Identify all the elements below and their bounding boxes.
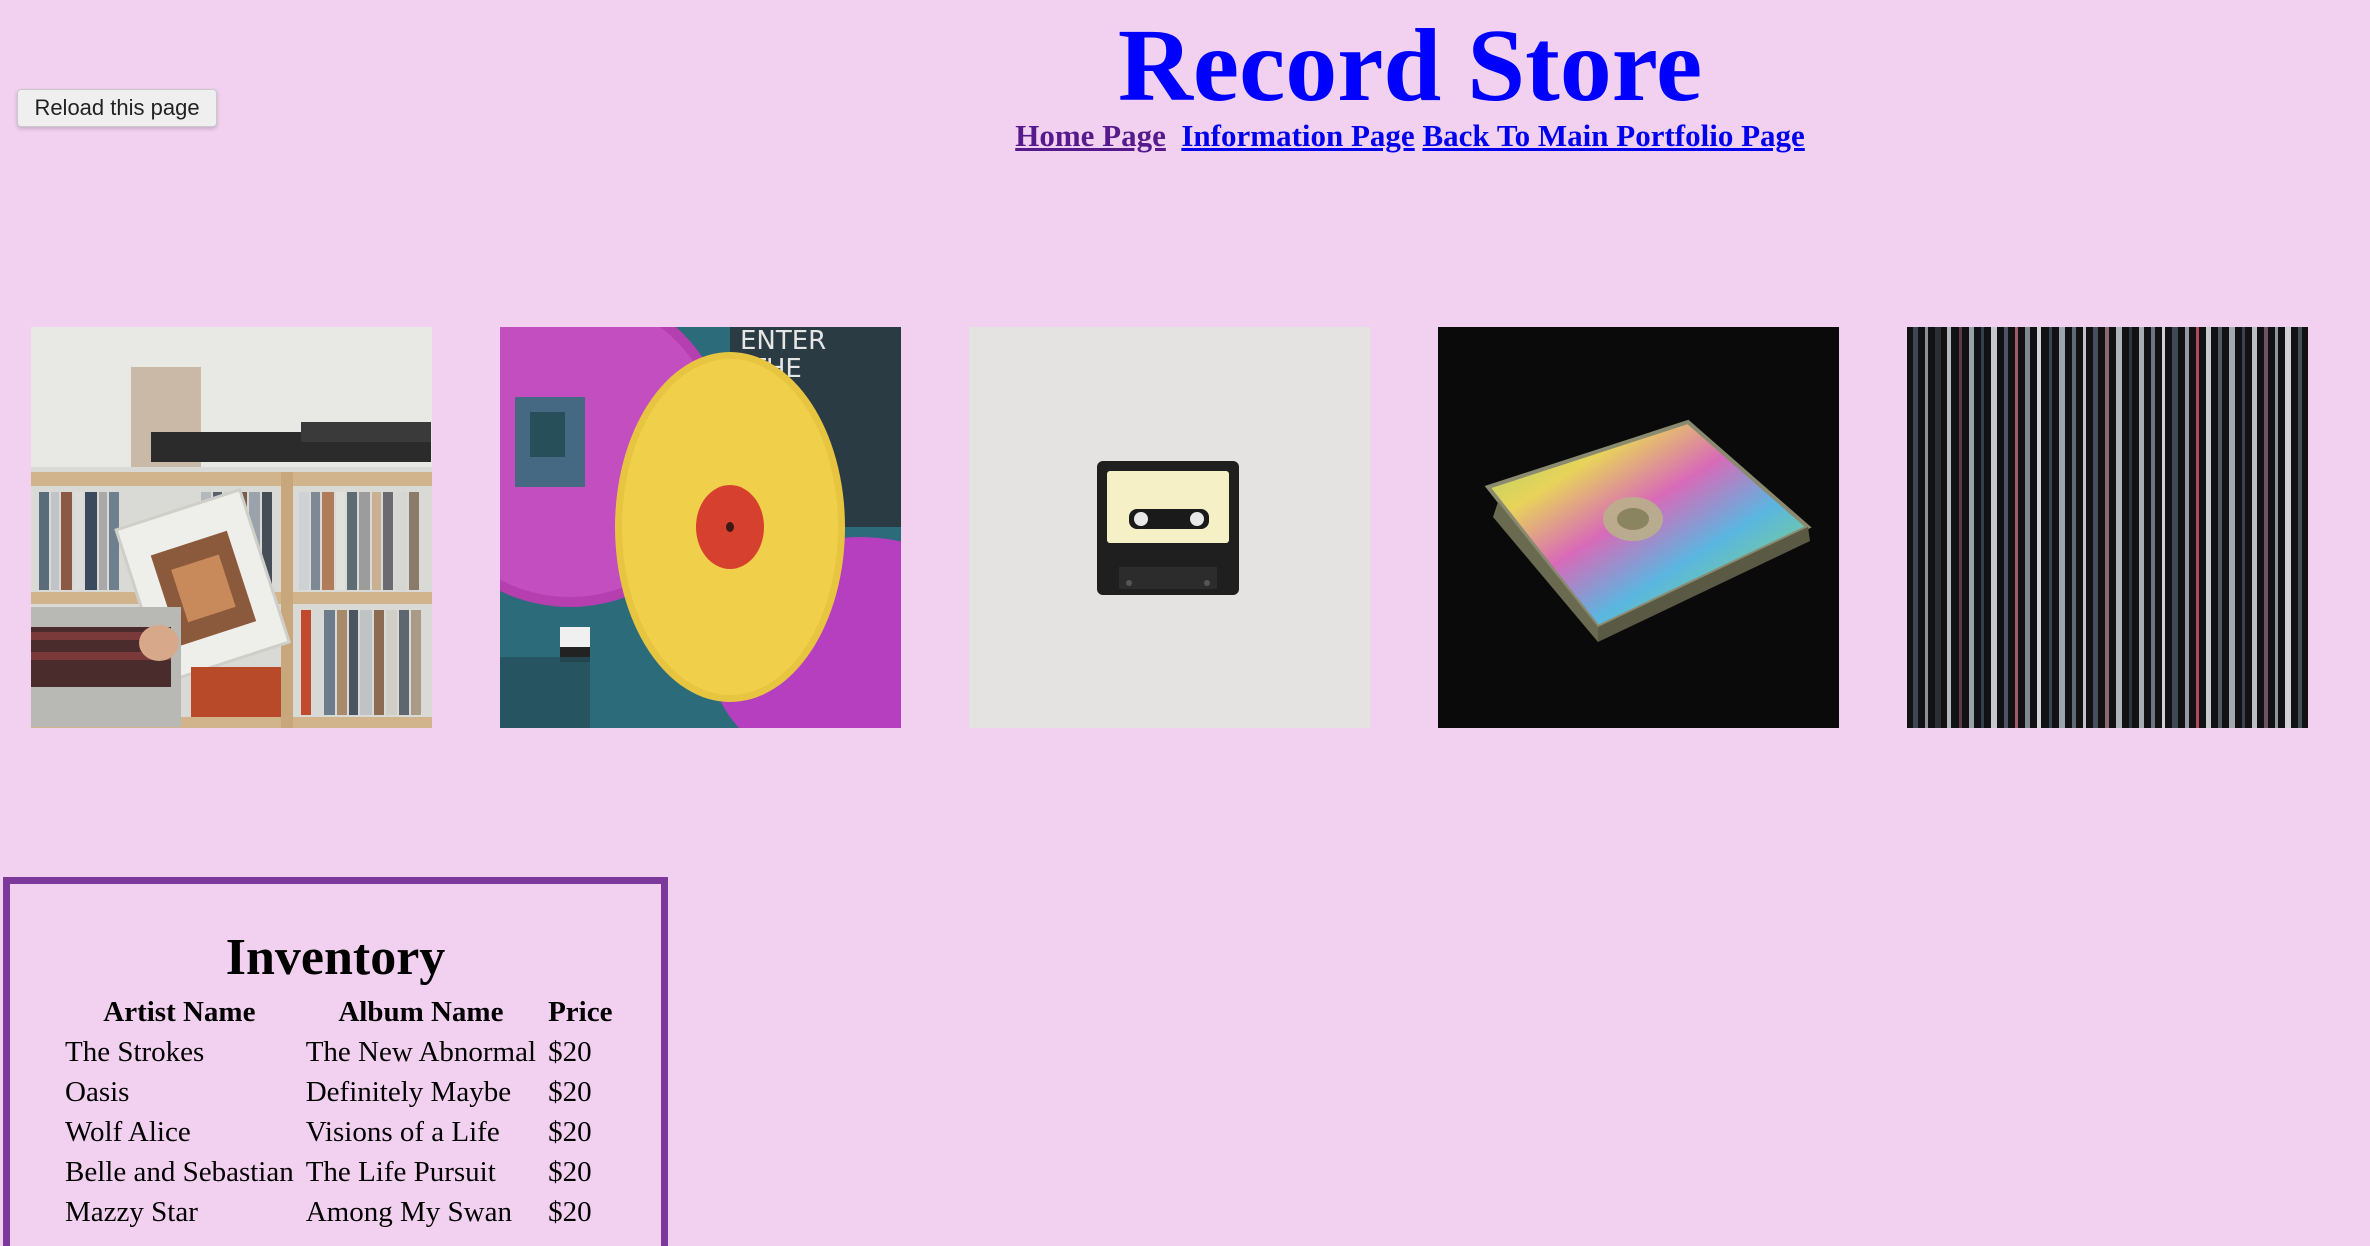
artist-cell: Mazzy Star [65,1196,198,1228]
column-header-price: Price [548,996,613,1028]
inventory-panel: Inventory Artist Name Album Name Price T… [3,877,668,1246]
inventory-title: Inventory [225,929,446,986]
album-cell: The New Abnormal [305,1036,537,1068]
table-row: Oasis Definitely Maybe $20 [61,1073,616,1111]
nav-bar: Home Page Information Page Back To Main … [0,118,2370,154]
page: Reload this page Record Store Home Page … [0,0,2370,1246]
price-cell: $20 [548,1116,592,1148]
artist-cell: Belle and Sebastian [65,1156,294,1188]
album-cell: The Life Pursuit [305,1156,496,1188]
table-row: Mazzy Star Among My Swan $20 [61,1193,616,1231]
inventory-table: Artist Name Album Name Price The Strokes… [57,991,620,1233]
column-header-artist: Artist Name [103,996,256,1028]
table-row: Wolf Alice Visions of a Life $20 [61,1113,616,1151]
table-header-row: Artist Name Album Name Price [61,993,616,1031]
home-page-link[interactable]: Home Page [1015,118,1166,153]
table-row: Belle and Sebastian The Life Pursuit $20 [61,1153,616,1191]
price-cell: $20 [548,1196,592,1228]
portfolio-page-link[interactable]: Back To Main Portfolio Page [1422,118,1804,153]
page-title: Record Store [1117,8,1703,123]
price-cell: $20 [548,1076,592,1108]
cassette-tape-photo [969,327,1370,728]
price-cell: $20 [548,1156,592,1188]
album-cell: Definitely Maybe [305,1076,512,1108]
information-page-link[interactable]: Information Page [1181,118,1414,153]
table-row: The Strokes The New Abnormal $20 [61,1033,616,1071]
price-cell: $20 [548,1036,592,1068]
cd-case-photo [1438,327,1839,728]
artist-cell: Oasis [65,1076,130,1108]
svg-text:ENTER: ENTER [740,327,826,356]
record-spines-photo [1907,327,2308,728]
artist-cell: Wolf Alice [65,1116,191,1148]
column-header-album: Album Name [338,996,504,1028]
artist-cell: The Strokes [65,1036,205,1068]
yellow-vinyl-photo: ENTER THE [500,327,901,728]
album-cell: Visions of a Life [305,1116,500,1148]
record-shelf-photo [31,327,432,728]
album-cell: Among My Swan [305,1196,512,1228]
